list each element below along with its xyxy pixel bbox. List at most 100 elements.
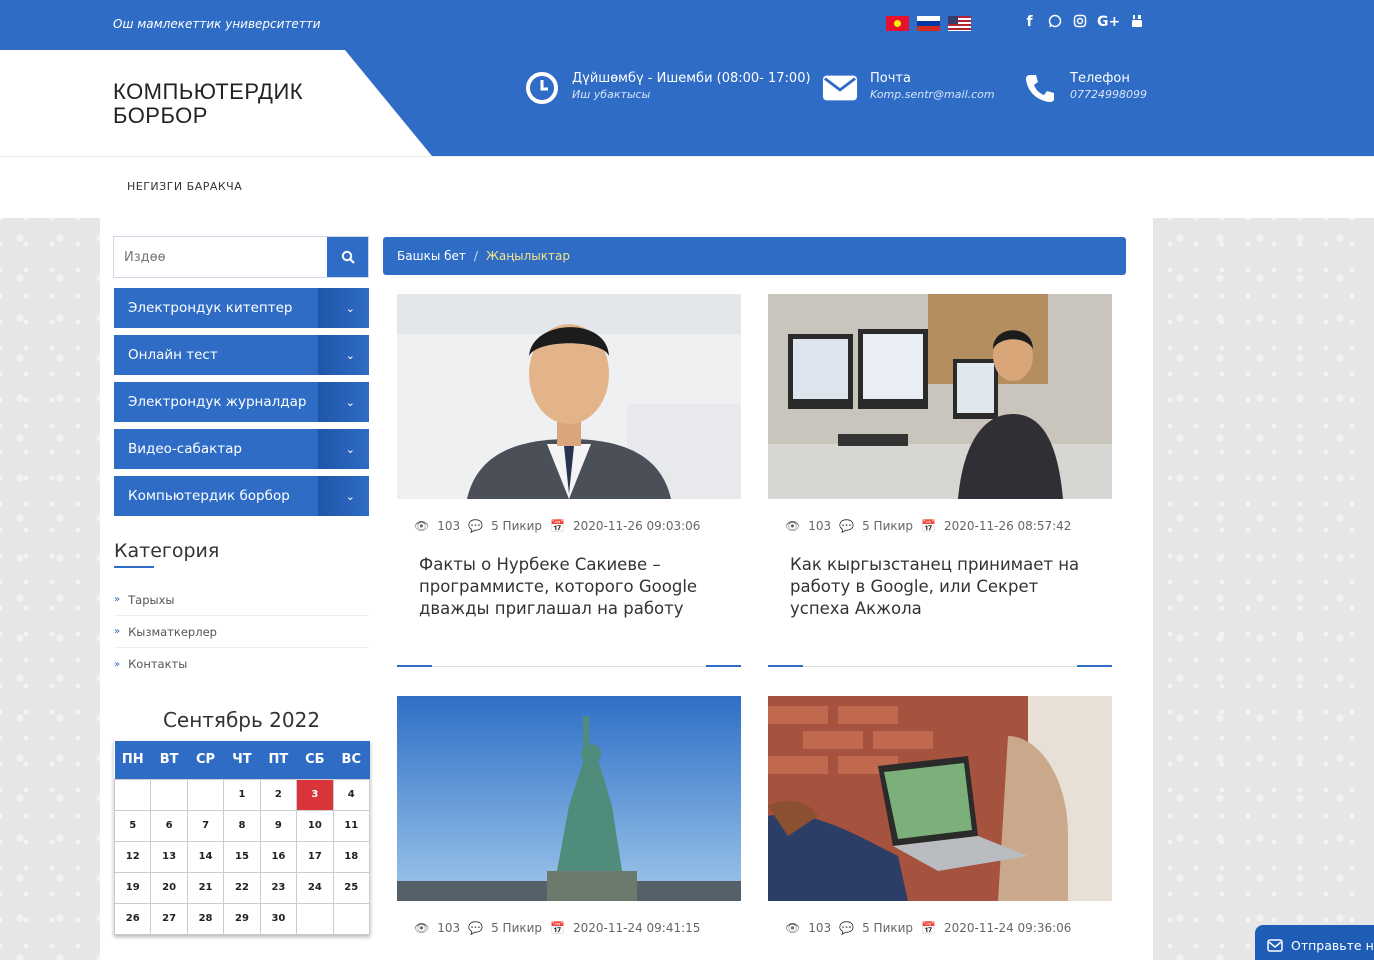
news-image-laptop[interactable]: [768, 696, 1112, 901]
calendar-day[interactable]: 10: [296, 809, 334, 842]
calendar-day[interactable]: 9: [259, 809, 298, 842]
calendar-day[interactable]: 20: [150, 871, 188, 904]
calendar-day[interactable]: 23: [259, 871, 298, 904]
comment-count[interactable]: 5 Пикир: [491, 921, 542, 935]
calendar-day[interactable]: 19: [113, 871, 152, 904]
search-icon: [341, 250, 355, 264]
news-title[interactable]: Как кыргызстанец принимает на работу в G…: [790, 554, 1100, 620]
chevron-down-icon: ⌄: [345, 348, 355, 362]
eye-icon: 👁: [785, 921, 801, 935]
card-divider: [397, 665, 741, 667]
calendar-day[interactable]: 15: [223, 840, 261, 873]
whatsapp-icon[interactable]: [1047, 14, 1062, 32]
calendar-day[interactable]: 8: [223, 809, 261, 842]
ru-flag-icon[interactable]: [917, 16, 940, 31]
calendar-day[interactable]: 13: [150, 840, 188, 873]
calendar-day[interactable]: 22: [223, 871, 261, 904]
phone-title: Телефон: [1070, 71, 1130, 86]
calendar-day[interactable]: 4: [332, 778, 371, 811]
hours-block: Дүйшөмбү - Ишемби (08:00- 17:00) Иш убак…: [524, 70, 811, 106]
news-date: 2020-11-24 09:41:15: [572, 921, 701, 935]
menu-item-ebooks[interactable]: Электрондук китептер ⌄: [114, 288, 369, 328]
comment-icon: 💬: [468, 519, 484, 533]
us-flag-icon[interactable]: [948, 16, 971, 31]
social-links: f G+: [1022, 14, 1144, 32]
calendar-day[interactable]: 7: [186, 809, 225, 842]
category-list: » Тарыхы » Кызматкерлер » Контакты: [114, 584, 369, 680]
category-underline: [114, 566, 154, 568]
comment-icon: 💬: [839, 519, 855, 533]
calendar-day[interactable]: 6: [150, 809, 188, 842]
calendar-day[interactable]: 27: [150, 902, 188, 935]
comment-count[interactable]: 5 Пикир: [862, 921, 913, 935]
breadcrumb-home[interactable]: Башкы бет: [397, 249, 466, 263]
calendar: ПН ВТ СР ЧТ ПТ СБ ВС 1 2 3 4 5 6 7 8 9 10 11 12 13 14 15 16 17…: [113, 741, 371, 935]
double-chevron-right-icon: »: [114, 626, 121, 637]
comment-count[interactable]: 5 Пикир: [862, 519, 913, 533]
calendar-day[interactable]: 2: [259, 778, 298, 811]
menu-item-computer-center[interactable]: Компьютердик борбор ⌄: [114, 476, 369, 516]
double-chevron-right-icon: »: [114, 658, 121, 670]
youtube-icon[interactable]: [1129, 14, 1144, 32]
comment-count[interactable]: 5 Пикир: [491, 519, 542, 533]
news-image-statue-of-liberty[interactable]: [397, 696, 741, 901]
calendar-day[interactable]: 14: [186, 840, 225, 873]
calendar-day[interactable]: 16: [259, 840, 298, 873]
menu-item-ejournals[interactable]: Электрондук журналдар ⌄: [114, 382, 369, 422]
calendar-day[interactable]: 21: [186, 871, 225, 904]
category-item-staff[interactable]: » Кызматкерлер: [114, 616, 369, 648]
calendar-day[interactable]: 5: [113, 809, 152, 842]
calendar-icon: 📅: [921, 519, 936, 533]
search-button[interactable]: [327, 237, 368, 277]
calendar-day[interactable]: 25: [332, 871, 371, 904]
calendar-week: 19 20 21 22 23 24 25: [113, 871, 371, 904]
phone-number[interactable]: 07724998099: [1070, 88, 1147, 101]
mail-address[interactable]: Komp.sentr@mail.com: [870, 88, 995, 101]
menu-item-online-test[interactable]: Онлайн тест ⌄: [114, 335, 369, 375]
news-card[interactable]: 👁 103 💬 5 Пикир 📅 2020-11-24 09:36:06: [768, 696, 1112, 935]
eye-icon: 👁: [785, 519, 801, 533]
menu-item-video-lessons[interactable]: Видео-сабактар ⌄: [114, 429, 369, 469]
news-card[interactable]: 👁 103 💬 5 Пикир 📅 2020-11-26 08:57:42 Как к…: [768, 294, 1112, 667]
category-title: Категория: [114, 540, 220, 562]
calendar-week: 12 13 14 15 16 17 18: [113, 840, 371, 873]
calendar-day[interactable]: 26: [113, 902, 152, 935]
category-item-history[interactable]: » Тарыхы: [114, 584, 369, 616]
calendar-day[interactable]: 24: [296, 871, 334, 904]
google-plus-icon[interactable]: G+: [1097, 14, 1120, 32]
calendar-weekday: СБ: [296, 741, 334, 779]
chat-widget[interactable]: Отправьте на: [1255, 925, 1374, 960]
news-card[interactable]: 👁 103 💬 5 Пикир 📅 2020-11-26 09:03:06 Факты…: [397, 294, 741, 667]
news-image-portrait[interactable]: [397, 294, 741, 499]
instagram-icon[interactable]: [1072, 14, 1087, 32]
mail-icon: [1267, 938, 1283, 952]
view-count: 103: [808, 519, 832, 533]
main-nav: НЕГИЗГИ БАРАКЧА: [0, 156, 1374, 218]
calendar-day[interactable]: 30: [259, 902, 298, 935]
calendar-day[interactable]: 28: [186, 902, 225, 935]
site-logo[interactable]: КОМПЬЮТЕРДИК БОРБОР: [113, 80, 303, 128]
facebook-icon[interactable]: f: [1022, 14, 1037, 32]
news-image-office[interactable]: [768, 294, 1112, 499]
news-meta: 👁 103 💬 5 Пикир 📅 2020-11-24 09:41:15: [414, 921, 700, 935]
calendar-day[interactable]: 3: [296, 778, 334, 811]
calendar-day[interactable]: 1: [223, 778, 261, 811]
kg-flag-icon[interactable]: [886, 16, 909, 31]
nav-item-home[interactable]: НЕГИЗГИ БАРАКЧА: [127, 180, 242, 193]
calendar-day[interactable]: 17: [296, 840, 334, 873]
news-card[interactable]: 👁 103 💬 5 Пикир 📅 2020-11-24 09:41:15: [397, 696, 741, 935]
calendar-day[interactable]: 12: [113, 840, 152, 873]
calendar-day[interactable]: 11: [332, 809, 371, 842]
comment-icon: 💬: [468, 921, 484, 935]
calendar-icon: 📅: [921, 921, 936, 935]
mail-title: Почта: [870, 71, 911, 86]
news-title[interactable]: Факты о Нурбеке Сакиеве – программисте, …: [419, 554, 729, 620]
calendar-day[interactable]: 18: [332, 840, 371, 873]
site-header: КОМПЬЮТЕРДИК БОРБОР Дүйшөмбү - Ишемби (0…: [0, 50, 1374, 156]
search-input[interactable]: [114, 237, 327, 277]
card-divider: [768, 665, 1112, 667]
category-item-contacts[interactable]: » Контакты: [114, 648, 369, 680]
calendar-day[interactable]: 29: [223, 902, 261, 935]
calendar-empty-cell: [296, 902, 334, 935]
breadcrumb: Башкы бет / Жаңылыктар: [383, 237, 1126, 275]
